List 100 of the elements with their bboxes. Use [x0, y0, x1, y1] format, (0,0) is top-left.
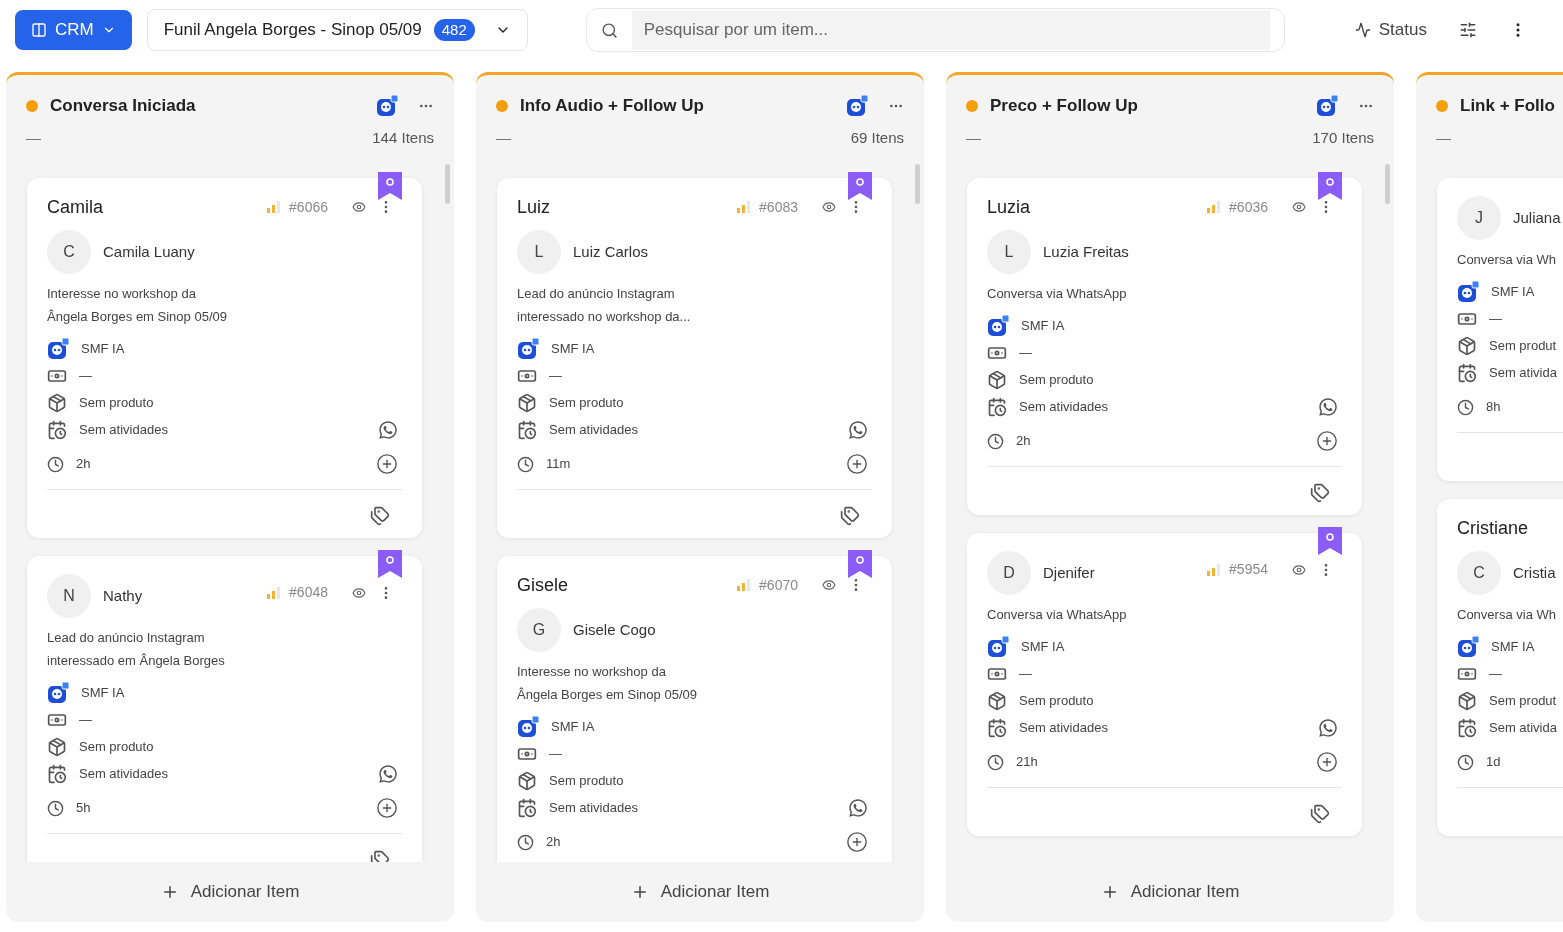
product: Sem produto [79, 738, 154, 757]
robot-icon [987, 636, 1009, 658]
activities: Sem atividades [79, 765, 168, 784]
eye-icon[interactable] [352, 200, 366, 214]
card-title: Cristiane [1457, 516, 1529, 540]
tags-icon[interactable] [370, 506, 390, 526]
scrollbar-thumb[interactable] [1384, 164, 1390, 204]
robot-icon [1457, 636, 1479, 658]
add-icon[interactable] [846, 453, 868, 475]
bookmark-icon [1318, 527, 1342, 555]
package-icon [47, 393, 67, 413]
bookmark-icon [378, 550, 402, 578]
add-item-button[interactable]: Adicionar Item [630, 879, 770, 905]
lead-card[interactable]: N Nathy #6048 Lead do anúncio Instagram interessado em Ângela Borges SMF IA — Sem produto Sem atividades 5h [27, 556, 422, 862]
add-icon[interactable] [1316, 430, 1338, 452]
add-icon[interactable] [376, 453, 398, 475]
column-title: Link + Follo [1460, 95, 1555, 117]
tags-icon[interactable] [1310, 483, 1330, 503]
product: Sem produto [1019, 692, 1094, 711]
eye-icon[interactable] [1292, 200, 1306, 214]
tags-icon[interactable] [1310, 804, 1330, 824]
funnel-select[interactable]: Funil Angela Borges - Sinop 05/09 482 [146, 9, 528, 51]
column-value: — [26, 127, 41, 148]
agent-name: SMF IA [81, 340, 125, 359]
age: 5h [76, 799, 91, 818]
add-icon[interactable] [1316, 751, 1338, 773]
card-description: Interesse no workshop da Ângela Borges em Sinop 05/09 [47, 285, 228, 326]
robot-icon [376, 94, 398, 117]
lead-card[interactable]: D Djenifer #5954 Conversa via WhatsApp SMF IA — Sem produto Sem atividades 21h [967, 533, 1362, 836]
bookmark-icon [378, 172, 402, 200]
age: 2h [546, 833, 561, 852]
eye-icon[interactable] [352, 585, 366, 600]
agent-name: SMF IA [1491, 638, 1535, 657]
tags-icon[interactable] [840, 506, 860, 526]
eye-icon[interactable] [822, 200, 836, 214]
amount: — [1019, 665, 1032, 684]
whatsapp-icon[interactable] [848, 420, 868, 440]
add-item-button[interactable]: Adicionar Item [160, 879, 300, 905]
age: 21h [1016, 753, 1038, 772]
calendar-clock-icon [517, 798, 537, 818]
column-value: — [966, 127, 981, 148]
contact-name: Nathy [103, 585, 143, 606]
search-icon [600, 21, 618, 39]
lead-card[interactable]: Gisele #6070 G Gisele Cogo Interesse no workshop da Ângela Borges em Sinop 05/09 SMF IA — Sem produto Sem atividades 2h [497, 556, 892, 862]
whatsapp-icon[interactable] [378, 420, 398, 440]
lead-card[interactable]: Cristiane C Cristia Conversa via Wh SMF IA — Sem produt Sem ativida 1d [1437, 499, 1563, 836]
add-item-button[interactable]: Adicionar Item [1100, 879, 1240, 905]
age: 11m [546, 455, 571, 474]
age: 1d [1486, 753, 1501, 772]
amount: — [1489, 665, 1502, 684]
add-icon[interactable] [846, 831, 868, 853]
robot-icon [1316, 94, 1338, 117]
bookmark-icon [848, 172, 872, 200]
board-icon [31, 22, 47, 38]
card-description: Conversa via Wh [1457, 251, 1557, 269]
whatsapp-icon[interactable] [1318, 397, 1338, 417]
column-title: Preco + Follow Up [990, 95, 1138, 117]
eye-icon[interactable] [822, 578, 836, 592]
whatsapp-icon[interactable] [848, 798, 868, 818]
card-description: Interesse no workshop da Ângela Borges em Sinop 05/09 [517, 663, 698, 704]
add-icon[interactable] [376, 797, 398, 819]
contact-name: Camila Luany [103, 241, 195, 262]
lead-card[interactable]: Luiz #6083 L Luiz Carlos Lead do anúncio Instagram interessado no workshop da... SMF IA — Sem produto Sem atividades 11m [497, 178, 892, 538]
package-icon [987, 370, 1007, 390]
robot-icon [47, 338, 69, 360]
lead-card[interactable]: J Juliana Conversa via Wh SMF IA — Sem produt Sem ativida 8h [1437, 178, 1563, 481]
robot-icon [1457, 281, 1479, 303]
contact-name: Juliana [1513, 207, 1561, 228]
eye-icon[interactable] [1292, 562, 1306, 577]
card-description: Conversa via Wh [1457, 606, 1557, 624]
calendar-clock-icon [1457, 363, 1477, 383]
clock-icon [517, 455, 534, 473]
lead-card[interactable]: Camila #6066 C Camila Luany Interesse no workshop da Ângela Borges em Sinop 05/09 SMF IA — Sem produto Sem atividades 2h [27, 178, 422, 538]
contact-name: Luzia Freitas [1043, 241, 1129, 262]
pulse-icon [1354, 22, 1371, 38]
whatsapp-icon[interactable] [378, 764, 398, 784]
package-icon [517, 771, 537, 791]
status-button[interactable]: Status [1354, 17, 1427, 43]
scrollbar-thumb[interactable] [444, 164, 450, 204]
calendar-clock-icon [517, 420, 537, 440]
whatsapp-icon[interactable] [1318, 718, 1338, 738]
crm-button[interactable]: CRM [15, 10, 132, 50]
column-title: Info Audio + Follow Up [520, 95, 704, 117]
card-id: #6070 [759, 575, 798, 595]
avatar: J [1457, 196, 1501, 240]
filter-icon[interactable] [1458, 21, 1477, 39]
card-id: #6048 [289, 583, 328, 602]
search-field[interactable]: Pesquisar por um item... [585, 8, 1285, 52]
card-title: Camila [47, 195, 103, 219]
amount: — [1019, 344, 1032, 363]
package-icon [1457, 336, 1477, 356]
product: Sem produt [1489, 337, 1557, 356]
activities: Sem atividades [1019, 398, 1108, 417]
scrollbar-thumb[interactable] [914, 164, 920, 204]
bookmark-icon [848, 550, 872, 578]
avatar: D [987, 551, 1031, 595]
column-value: — [496, 127, 511, 148]
lead-card[interactable]: Luzia #6036 L Luzia Freitas Conversa via WhatsApp SMF IA — Sem produto Sem atividades 2h [967, 178, 1362, 515]
amount: — [549, 367, 562, 386]
calendar-clock-icon [987, 718, 1007, 738]
